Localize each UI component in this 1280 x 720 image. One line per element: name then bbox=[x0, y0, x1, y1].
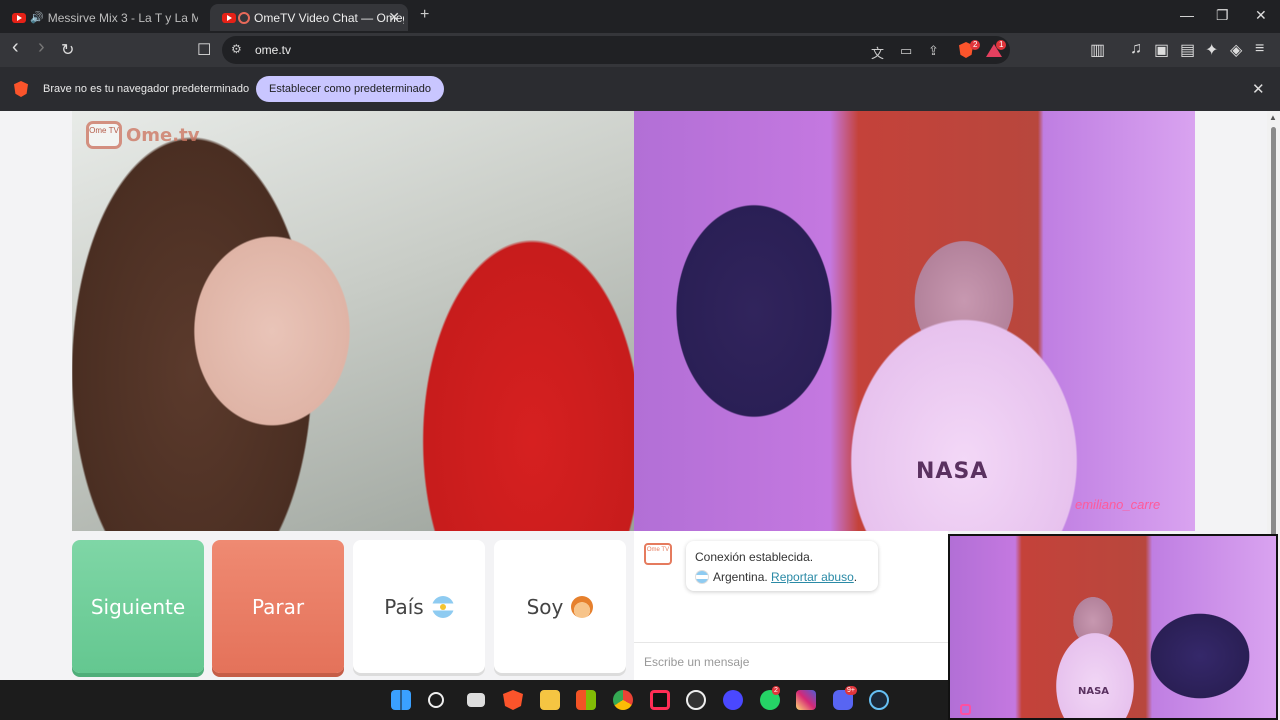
translate-icon[interactable]: 文 bbox=[871, 43, 884, 62]
back-icon[interactable]: ‹ bbox=[12, 36, 19, 59]
search-icon[interactable] bbox=[428, 692, 444, 708]
tab-close-icon[interactable]: ✕ bbox=[388, 9, 400, 26]
instagram-icon[interactable] bbox=[796, 690, 816, 710]
country-filter-button[interactable]: País bbox=[353, 540, 485, 673]
ometv-chat-logo-icon: Ome TV bbox=[644, 543, 672, 565]
music-icon[interactable]: ♫ bbox=[1130, 40, 1142, 58]
gender-label: Soy bbox=[526, 594, 564, 619]
infobar-close-icon[interactable]: ✕ bbox=[1252, 80, 1265, 98]
url-text[interactable]: ome.tv bbox=[255, 43, 291, 57]
gender-filter-button[interactable]: Soy bbox=[494, 540, 626, 673]
tab-ometv[interactable]: OmeTV Video Chat — Omegl ✕ bbox=[210, 4, 408, 31]
brave-icon[interactable] bbox=[503, 690, 523, 710]
chat-message-input[interactable] bbox=[634, 643, 948, 680]
menu-icon[interactable]: ≡ bbox=[1255, 40, 1264, 58]
new-tab-icon[interactable]: + bbox=[420, 6, 429, 24]
instagram-watermark-icon bbox=[960, 704, 971, 715]
navigation-bar: ‹ › ↻ ☐ ⚙ ome.tv 文 ▭ ⇪ 2 1 ▥ ♫ ▣ ▤ ✦ ◈ ≡ bbox=[0, 33, 1280, 67]
tab-strip: 🔊 Messirve Mix 3 - La T y La M (Tob OmeT… bbox=[0, 0, 1280, 33]
country-line: Argentina. Reportar abuso. bbox=[695, 567, 869, 587]
brave-logo-icon bbox=[14, 81, 28, 97]
windows-taskbar: 2 9+ bbox=[0, 680, 948, 720]
task-view-icon[interactable] bbox=[467, 693, 485, 707]
tab-title: Messirve Mix 3 - La T y La M (Tob bbox=[47, 10, 198, 25]
lens-app-icon[interactable] bbox=[723, 690, 743, 710]
windows-start-icon[interactable] bbox=[391, 690, 411, 710]
scroll-up-icon[interactable]: ▲ bbox=[1269, 113, 1277, 122]
stranger-video: Ome TV Ome.tv bbox=[72, 111, 634, 531]
discord-badge: 9+ bbox=[845, 686, 857, 695]
share-icon[interactable]: ⇪ bbox=[928, 43, 939, 59]
hoodie-logo-text: NASA bbox=[916, 459, 989, 484]
streamer-watermark: emiliano_carre bbox=[1075, 497, 1161, 512]
infobar-message: Brave no es tu navegador predeterminado bbox=[43, 83, 250, 95]
wallet-icon[interactable]: ▤ bbox=[1180, 40, 1195, 60]
argentina-flag-icon bbox=[695, 570, 709, 584]
restore-icon[interactable]: ❐ bbox=[1216, 7, 1229, 24]
whatsapp-badge: 2 bbox=[772, 686, 780, 695]
site-settings-icon[interactable]: ⚙ bbox=[231, 42, 242, 56]
steam-icon[interactable] bbox=[869, 690, 889, 710]
youtube-icon bbox=[12, 12, 26, 23]
country-label: País bbox=[384, 594, 424, 619]
system-message-bubble: Conexión establecida. Argentina. Reporta… bbox=[686, 541, 878, 591]
report-period: . bbox=[853, 570, 858, 584]
address-bar[interactable]: ⚙ ome.tv 文 ▭ ⇪ 2 1 bbox=[222, 36, 1010, 64]
tab-messirve[interactable]: 🔊 Messirve Mix 3 - La T y La M (Tob bbox=[0, 4, 205, 31]
sidebar-icon[interactable]: ▥ bbox=[1090, 40, 1105, 60]
country-name: Argentina. bbox=[713, 570, 768, 584]
ometv-favicon-icon bbox=[238, 11, 250, 24]
chrome-icon[interactable] bbox=[613, 690, 633, 710]
window-close-icon[interactable]: ✕ bbox=[1255, 7, 1267, 24]
file-explorer-icon[interactable] bbox=[540, 690, 560, 710]
ometv-logo-text: Ome.tv bbox=[126, 124, 200, 146]
webcam-overlay: NASA bbox=[948, 534, 1278, 720]
shields-count: 2 bbox=[970, 40, 981, 50]
minimize-icon[interactable]: — bbox=[1180, 7, 1194, 23]
rewards-count: 1 bbox=[996, 40, 1007, 50]
ometv-tv-icon: Ome TV bbox=[86, 121, 122, 149]
ometv-logo: Ome TV Ome.tv bbox=[86, 121, 199, 149]
connection-message: Conexión establecida. bbox=[695, 550, 814, 564]
youtube-icon bbox=[222, 12, 236, 23]
tiktok-icon[interactable] bbox=[650, 690, 670, 710]
self-video: NASA emiliano_carre bbox=[634, 111, 1195, 531]
vpn-icon[interactable]: ◈ bbox=[1230, 40, 1242, 60]
stop-button[interactable]: Parar bbox=[212, 540, 344, 673]
microsoft-store-icon[interactable] bbox=[576, 690, 596, 710]
side-panel-icon[interactable]: ▣ bbox=[1154, 40, 1169, 60]
tab-title: OmeTV Video Chat — Omegl bbox=[254, 10, 404, 25]
bookmark-icon[interactable]: ☐ bbox=[197, 40, 211, 60]
boy-emoji-icon bbox=[571, 595, 594, 618]
cast-icon[interactable]: ▭ bbox=[900, 43, 912, 59]
speaker-icon[interactable]: 🔊 bbox=[30, 11, 44, 24]
reload-icon[interactable]: ↻ bbox=[61, 40, 74, 60]
set-default-button[interactable]: Establecer como predeterminado bbox=[256, 76, 445, 102]
argentina-flag-icon bbox=[431, 595, 454, 618]
forward-icon[interactable]: › bbox=[38, 36, 45, 59]
next-button[interactable]: Siguiente bbox=[72, 540, 204, 673]
obs-studio-icon[interactable] bbox=[686, 690, 706, 710]
leo-ai-icon[interactable]: ✦ bbox=[1205, 40, 1218, 60]
chat-panel: Ome TV Conexión establecida. Argentina. … bbox=[634, 531, 948, 680]
report-abuse-link[interactable]: Reportar abuso bbox=[771, 570, 854, 584]
default-browser-infobar: Brave no es tu navegador predeterminado … bbox=[0, 67, 1280, 111]
hoodie-logo-text: NASA bbox=[1078, 686, 1110, 697]
